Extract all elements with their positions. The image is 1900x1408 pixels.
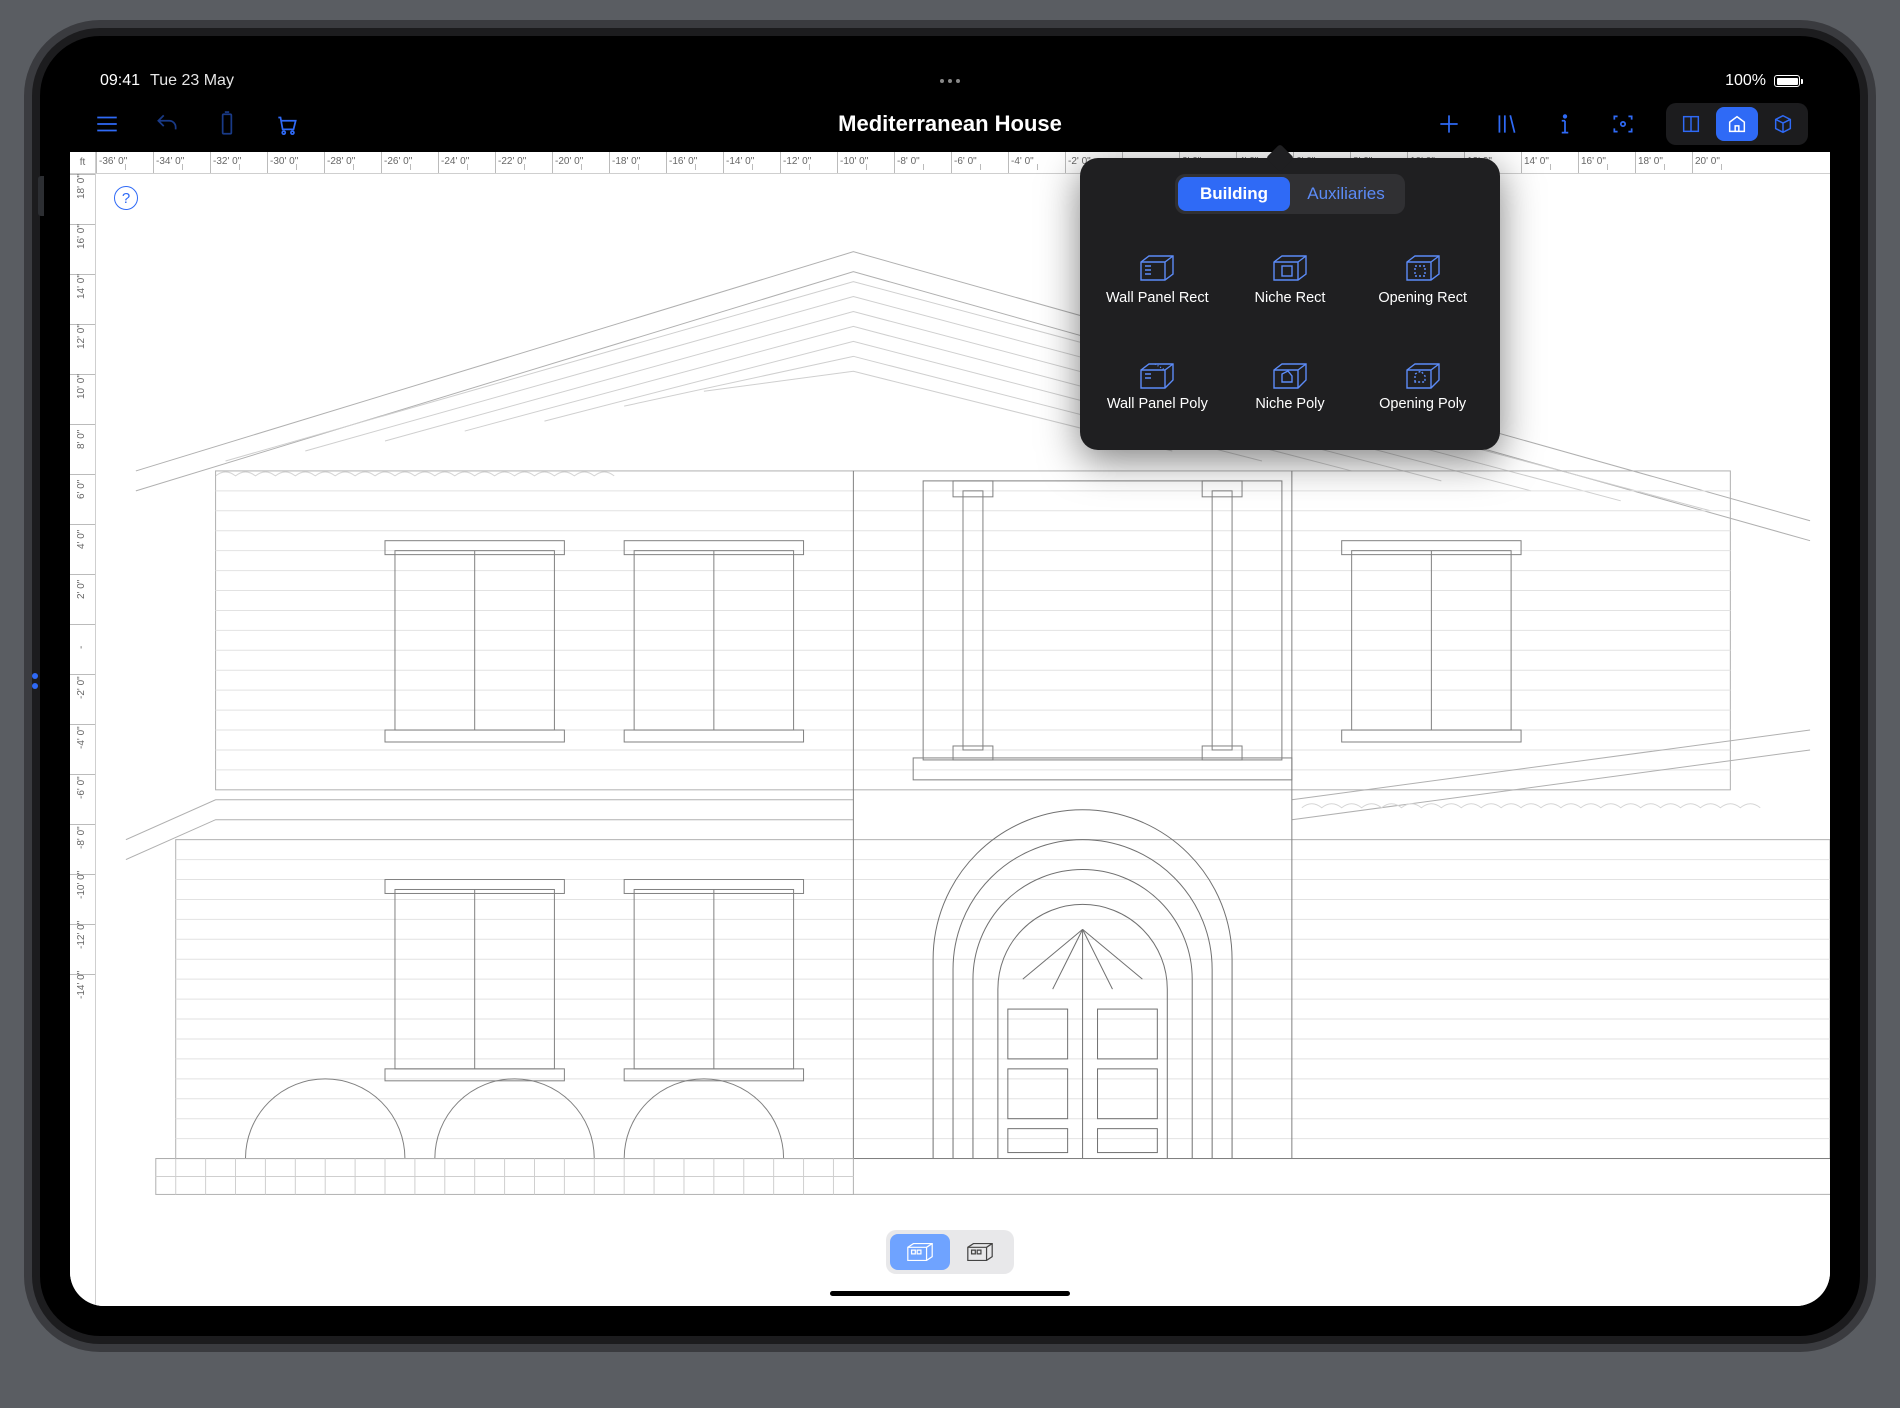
niche-rect-icon	[1268, 252, 1312, 284]
view-elevation-button[interactable]	[1716, 107, 1758, 141]
status-time: 09:41	[100, 72, 140, 90]
popover-item-niche-poly[interactable]: Niche Poly	[1229, 338, 1352, 434]
popover-item-opening-poly[interactable]: Opening Poly	[1361, 338, 1484, 434]
multitasking-handle[interactable]	[940, 79, 960, 83]
cart-button[interactable]	[272, 109, 302, 139]
popover-category-segment: Building Auxiliaries	[1175, 174, 1405, 214]
ruler-tick: -32' 0"	[210, 152, 267, 173]
library-button[interactable]	[1492, 109, 1522, 139]
panel-poly-icon	[1135, 358, 1179, 390]
ruler-vertical[interactable]: 18' 0"16' 0"14' 0"12' 0"10' 0"8' 0"6' 0"…	[70, 174, 96, 1306]
popover-item-label: Niche Poly	[1255, 396, 1324, 413]
add-element-popover: Building Auxiliaries Wall Panel Rect Nich…	[1080, 158, 1500, 450]
popover-item-niche-rect[interactable]: Niche Rect	[1229, 232, 1352, 328]
battery-icon	[1774, 75, 1800, 87]
view-3d-button[interactable]	[1762, 107, 1804, 141]
status-date: Tue 23 May	[150, 72, 234, 90]
popover-item-label: Niche Rect	[1255, 290, 1326, 307]
ruler-tick: 14' 0"	[1521, 152, 1578, 173]
ruler-tick: -2' 0"	[70, 674, 95, 724]
ruler-tick: -12' 0"	[780, 152, 837, 173]
ruler-tick: 2' 0"	[70, 574, 95, 624]
undo-button[interactable]	[152, 109, 182, 139]
niche-poly-icon	[1268, 358, 1312, 390]
popover-item-label: Wall Panel Poly	[1107, 396, 1208, 413]
ruler-tick: -4' 0"	[1008, 152, 1065, 173]
ruler-tick: 12' 0"	[70, 324, 95, 374]
popover-item-opening-rect[interactable]: Opening Rect	[1361, 232, 1484, 328]
opening-poly-icon	[1401, 358, 1445, 390]
ruler-tick: -8' 0"	[70, 824, 95, 874]
popover-item-label: Wall Panel Rect	[1106, 290, 1209, 307]
popover-item-label: Opening Rect	[1378, 290, 1467, 307]
ruler-tick: -26' 0"	[381, 152, 438, 173]
help-button[interactable]: ?	[114, 186, 138, 210]
popover-item-panel-rect[interactable]: Wall Panel Rect	[1096, 232, 1219, 328]
ruler-tick: -24' 0"	[438, 152, 495, 173]
ruler-tick: -14' 0"	[723, 152, 780, 173]
view-2d-button[interactable]	[1670, 107, 1712, 141]
ruler-tick: 6' 0"	[70, 474, 95, 524]
ruler-tick: -6' 0"	[951, 152, 1008, 173]
info-button[interactable]	[1550, 109, 1580, 139]
render-textured-button[interactable]	[950, 1234, 1010, 1270]
document-title: Mediterranean House	[838, 111, 1062, 137]
ruler-unit: ft	[70, 152, 96, 174]
ruler-tick: 14' 0"	[70, 274, 95, 324]
popover-tab-building[interactable]: Building	[1178, 177, 1290, 211]
popover-item-label: Opening Poly	[1379, 396, 1466, 413]
toolbar: Mediterranean House	[70, 96, 1830, 152]
ruler-horizontal[interactable]: -36' 0"-34' 0"-32' 0"-30' 0"-28' 0"-26' …	[96, 152, 1830, 174]
ruler-tick: 16' 0"	[70, 224, 95, 274]
battery-tool-icon[interactable]	[212, 109, 242, 139]
menu-button[interactable]	[92, 109, 122, 139]
ruler-tick: -4' 0"	[70, 724, 95, 774]
opening-rect-icon	[1401, 252, 1445, 284]
ruler-tick: -18' 0"	[609, 152, 666, 173]
render-mode-segment	[886, 1230, 1014, 1274]
ruler-tick: -30' 0"	[267, 152, 324, 173]
ruler-tick: -6' 0"	[70, 774, 95, 824]
home-indicator[interactable]	[830, 1291, 1070, 1296]
battery-percent: 100%	[1725, 72, 1766, 90]
ruler-tick: -22' 0"	[495, 152, 552, 173]
ruler-tick: -10' 0"	[837, 152, 894, 173]
screen: 09:41 Tue 23 May 100%	[70, 66, 1830, 1306]
popover-item-panel-poly[interactable]: Wall Panel Poly	[1096, 338, 1219, 434]
ruler-tick: -16' 0"	[666, 152, 723, 173]
ruler-tick: -10' 0"	[70, 874, 95, 924]
ruler-tick: -28' 0"	[324, 152, 381, 173]
view-mode-segment	[1666, 103, 1808, 145]
ruler-tick: -8' 0"	[894, 152, 951, 173]
ruler-tick: 18' 0"	[1635, 152, 1692, 173]
ruler-tick: 10' 0"	[70, 374, 95, 424]
ruler-tick: 18' 0"	[70, 174, 95, 224]
ruler-tick: -36' 0"	[96, 152, 153, 173]
ruler-tick: 4' 0"	[70, 524, 95, 574]
scan-button[interactable]	[1608, 109, 1638, 139]
ruler-tick: 20' 0"	[1692, 152, 1749, 173]
ruler-tick: 8' 0"	[70, 424, 95, 474]
popover-tab-auxiliaries[interactable]: Auxiliaries	[1290, 177, 1402, 211]
panel-rect-icon	[1135, 252, 1179, 284]
side-indicator	[32, 683, 38, 689]
ruler-tick: -20' 0"	[552, 152, 609, 173]
ruler-tick: -14' 0"	[70, 974, 95, 1024]
status-bar: 09:41 Tue 23 May 100%	[70, 66, 1830, 96]
ruler-tick: -	[70, 624, 95, 674]
canvas[interactable]: ft -36' 0"-34' 0"-32' 0"-30' 0"-28' 0"-2…	[70, 152, 1830, 1306]
elevation-drawing[interactable]	[96, 174, 1830, 1306]
render-wireframe-button[interactable]	[890, 1234, 950, 1270]
add-button[interactable]	[1434, 109, 1464, 139]
ruler-tick: 16' 0"	[1578, 152, 1635, 173]
ruler-tick: -34' 0"	[153, 152, 210, 173]
ruler-tick: -12' 0"	[70, 924, 95, 974]
